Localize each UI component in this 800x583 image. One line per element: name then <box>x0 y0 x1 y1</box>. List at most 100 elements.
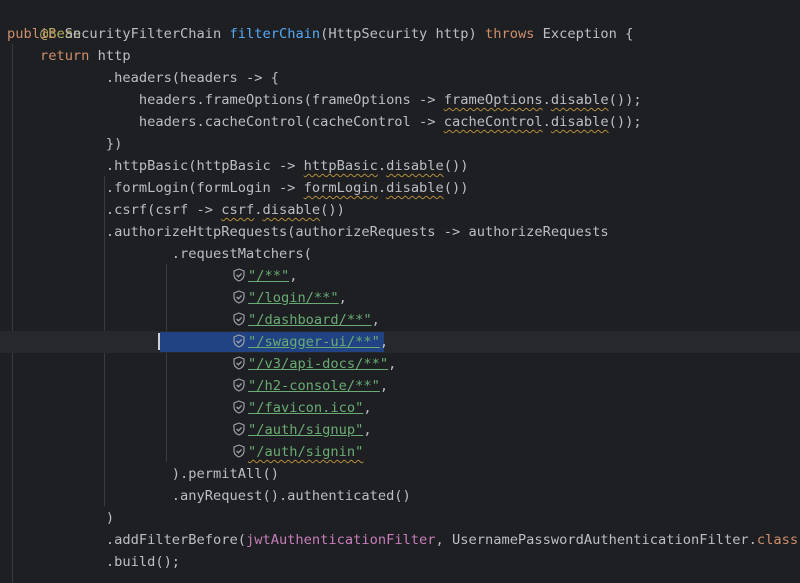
code-text: ()); <box>608 92 642 108</box>
matcher-line: "/login/**", <box>232 287 800 309</box>
code-line-9: .formLogin(formLogin -> formLogin.disabl… <box>7 177 800 199</box>
code-text: , <box>363 400 372 416</box>
code-text: . <box>542 92 551 108</box>
code-line-11: .authorizeHttpRequests(authorizeRequests… <box>7 221 800 243</box>
code-text: .addFilterBefore( <box>7 532 246 548</box>
deprecated-token: frameOptions <box>443 92 543 108</box>
matcher-line-selected: "/swagger-ui/**", <box>158 331 800 353</box>
code-text: , <box>379 334 389 350</box>
string-literal: "/dashboard/**" <box>248 312 372 328</box>
code-text: ()) <box>443 158 469 174</box>
code-line-2: public SecurityFilterChain filterChain(H… <box>7 23 800 45</box>
code-line-3: return http <box>7 45 800 67</box>
deprecated-token: disable <box>550 114 609 130</box>
field-token: jwtAuthenticationFilter <box>245 532 436 548</box>
code-editor[interactable]: @Bean public SecurityFilterChain filterC… <box>0 0 800 583</box>
matcher-line: "/auth/signin" <box>232 441 800 463</box>
code-line-26: .build(); <box>7 551 800 573</box>
keyword-token: return <box>39 48 90 64</box>
matcher-line: "/auth/signup", <box>232 419 800 441</box>
text-caret <box>158 332 160 350</box>
keyword-token: class <box>756 532 799 548</box>
shield-check-icon[interactable] <box>232 422 246 436</box>
code-line-22: ).permitAll() <box>7 463 800 485</box>
indent-guide <box>166 264 167 462</box>
code-text: headers.frameOptions(frameOptions -> <box>7 92 444 108</box>
code-text: }) <box>7 136 123 152</box>
matcher-line: "/favicon.ico", <box>232 397 800 419</box>
code-text: ()) <box>320 202 345 218</box>
string-literal: "/v3/api-docs/**" <box>248 356 389 372</box>
shield-check-icon[interactable] <box>232 268 246 282</box>
string-literal: "/auth/signup" <box>248 422 364 438</box>
code-text: , <box>388 356 397 372</box>
code-line-10: .csrf(csrf -> csrf.disable()) <box>7 199 800 221</box>
code-line-5: headers.frameOptions(frameOptions -> fra… <box>7 89 800 111</box>
code-text: Exception { <box>534 26 634 42</box>
code-line-25: .addFilterBefore(jwtAuthenticationFilter… <box>7 529 800 551</box>
shield-check-icon[interactable] <box>232 444 246 458</box>
code-line-4: .headers(headers -> { <box>7 67 800 89</box>
deprecated-token: formLogin <box>303 180 378 196</box>
keyword-token: public <box>7 26 57 42</box>
code-text: http <box>89 48 131 64</box>
code-text: ()) <box>443 180 469 196</box>
string-literal: "/**" <box>248 268 290 284</box>
code-text: .authorizeHttpRequests(authorizeRequests… <box>7 224 609 240</box>
string-literal: "/login/**" <box>248 290 339 306</box>
deprecated-token: disable <box>386 158 444 174</box>
string-literal: "/h2-console/**" <box>248 378 380 394</box>
code-text: , <box>363 422 372 438</box>
code-text: ).permitAll() <box>7 466 279 482</box>
code-text: .requestMatchers( <box>7 246 312 262</box>
matcher-line: "/h2-console/**", <box>232 375 800 397</box>
deprecated-token: disable <box>550 92 609 108</box>
code-line-1: @Bean <box>7 1 800 42</box>
string-literal: "/favicon.ico" <box>248 400 364 416</box>
code-text: .formLogin(formLogin -> <box>7 180 304 196</box>
matcher-line: "/v3/api-docs/**", <box>232 353 800 375</box>
code-text: , <box>289 268 298 284</box>
code-text: (HttpSecurity http) <box>320 26 485 42</box>
code-text: .anyRequest().authenticated() <box>7 488 411 504</box>
deprecated-token: cacheControl <box>443 114 543 130</box>
code-line-23: .anyRequest().authenticated() <box>7 485 800 507</box>
code-text: , <box>338 290 347 306</box>
code-text: .headers(headers -> { <box>7 70 279 86</box>
deprecated-token: httpBasic <box>303 158 378 174</box>
code-line-6: headers.cacheControl(cacheControl -> cac… <box>7 111 800 133</box>
code-text: ()); <box>608 114 642 130</box>
shield-check-icon[interactable] <box>232 290 246 304</box>
matcher-line: "/**", <box>232 265 800 287</box>
shield-check-icon[interactable] <box>232 378 246 392</box>
code-text: SecurityFilterChain <box>56 26 230 42</box>
code-text: .httpBasic(httpBasic -> <box>7 158 304 174</box>
code-line-8: .httpBasic(httpBasic -> httpBasic.disabl… <box>7 155 800 177</box>
code-text: , <box>371 312 380 328</box>
method-name-token: filterChain <box>229 26 321 42</box>
string-literal: "/swagger-ui/**" <box>248 334 380 350</box>
code-text: , UsernamePasswordAuthenticationFilter. <box>435 532 757 548</box>
code-text: . <box>542 114 551 130</box>
shield-check-icon[interactable] <box>232 312 246 326</box>
code-line-12: .requestMatchers( <box>7 243 800 265</box>
code-line-24: ) <box>7 507 800 529</box>
deprecated-token: disable <box>386 180 444 196</box>
code-line-7: }) <box>7 133 800 155</box>
keyword-token: throws <box>484 26 535 42</box>
code-text: , <box>379 378 389 394</box>
shield-check-icon[interactable] <box>232 334 246 348</box>
matcher-line: "/dashboard/**", <box>232 309 800 331</box>
shield-check-icon[interactable] <box>232 400 246 414</box>
code-text: ) <box>7 510 115 526</box>
string-literal: "/auth/signin" <box>248 444 364 460</box>
code-text: .build(); <box>7 554 181 570</box>
deprecated-token: disable <box>262 202 321 218</box>
code-text: . <box>377 180 387 196</box>
code-text: .csrf(csrf -> <box>7 202 222 218</box>
deprecated-token: csrf <box>221 202 255 218</box>
code-text: headers.cacheControl(cacheControl -> <box>7 114 444 130</box>
shield-check-icon[interactable] <box>232 356 246 370</box>
code-text: . <box>377 158 387 174</box>
